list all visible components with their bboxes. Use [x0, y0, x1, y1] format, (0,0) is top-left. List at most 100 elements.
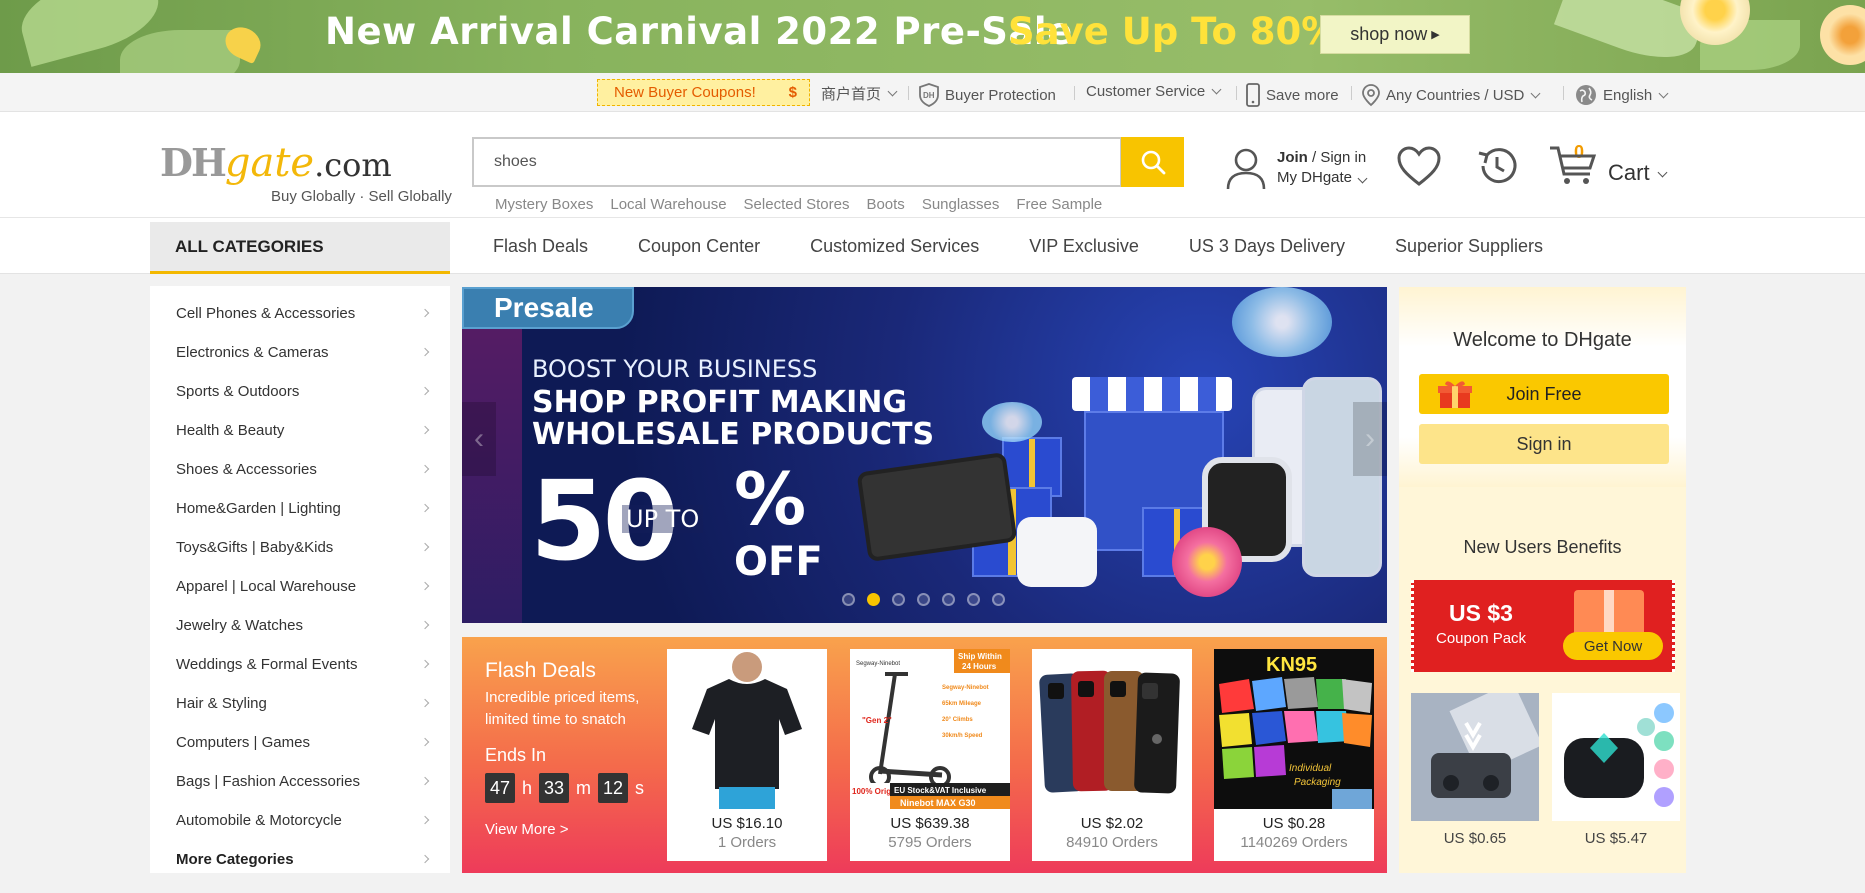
promo-banner[interactable]: New Arrival Carnival 2022 Pre-Sale Save … — [0, 0, 1865, 73]
hot-search-link[interactable]: Boots — [866, 196, 904, 213]
buyer-protection-link[interactable]: DH Buyer Protection — [918, 83, 1056, 107]
carousel-dot[interactable] — [842, 593, 855, 606]
carousel-prev-button[interactable]: ‹ — [462, 402, 496, 476]
dhgate-logo[interactable]: DHgate.com — [160, 140, 392, 186]
hot-search-link[interactable]: Selected Stores — [744, 196, 850, 213]
category-item[interactable]: Jewelry & Watches — [150, 606, 450, 645]
shield-icon: DH — [919, 83, 939, 107]
benefit-product-image[interactable] — [1411, 693, 1539, 821]
category-item[interactable]: Electronics & Cameras — [150, 333, 450, 372]
chevron-right-icon — [420, 620, 430, 630]
category-item[interactable]: Toys&Gifts | Baby&Kids — [150, 528, 450, 567]
sign-in-link[interactable]: / Sign in — [1308, 149, 1366, 166]
category-item[interactable]: Bags | Fashion Accessories — [150, 762, 450, 801]
merchant-home-link[interactable]: 商户首页 — [821, 83, 898, 104]
chevron-right-icon — [420, 425, 430, 435]
promo-save-text: Save Up To 80% — [1008, 10, 1339, 53]
join-free-button[interactable]: Join Free — [1419, 374, 1669, 414]
hot-search-link[interactable]: Sunglasses — [922, 196, 1000, 213]
chevron-right-icon — [420, 347, 430, 357]
region-currency-menu[interactable]: Any Countries / USD — [1361, 83, 1541, 107]
new-buyer-coupon-button[interactable]: New Buyer Coupons! $ — [597, 79, 810, 106]
get-now-button[interactable]: Get Now — [1563, 632, 1663, 660]
view-more-link[interactable]: View More > — [485, 821, 569, 838]
category-item[interactable]: Home&Garden | Lighting — [150, 489, 450, 528]
shop-now-label: shop now — [1350, 24, 1428, 44]
flash-deal-card[interactable]: Ship Within 24 Hours Segway-Ninebot "Gen… — [850, 649, 1010, 861]
hot-search-link[interactable]: Free Sample — [1016, 196, 1102, 213]
search-button[interactable] — [1121, 137, 1184, 187]
hot-search-link[interactable]: Local Warehouse — [610, 196, 726, 213]
chevron-down-icon — [887, 86, 898, 97]
category-label: Computers | Games — [176, 734, 310, 751]
storefront-awning-image — [1072, 377, 1232, 411]
category-item[interactable]: Sports & Outdoors — [150, 372, 450, 411]
carousel-dot[interactable] — [867, 593, 880, 606]
category-label: Toys&Gifts | Baby&Kids — [176, 539, 334, 556]
all-categories-tab[interactable]: ALL CATEGORIES — [150, 222, 450, 274]
sign-in-button[interactable]: Sign in — [1419, 424, 1669, 464]
phone-holder-image — [1411, 693, 1539, 821]
category-item[interactable]: Hair & Styling — [150, 684, 450, 723]
nav-link[interactable]: VIP Exclusive — [1029, 236, 1139, 257]
shop-now-button[interactable]: shop now ▶ — [1320, 15, 1470, 54]
nav-link[interactable]: Customized Services — [810, 236, 979, 257]
hours-unit: h — [522, 777, 533, 798]
benefit-product-image[interactable] — [1552, 693, 1680, 821]
category-item[interactable]: Health & Beauty — [150, 411, 450, 450]
customer-service-label: Customer Service — [1086, 83, 1206, 100]
category-item[interactable]: Weddings & Formal Events — [150, 645, 450, 684]
cart-button[interactable]: Cart — [1548, 144, 1668, 186]
carousel-dot[interactable] — [992, 593, 1005, 606]
logo-tagline: Buy Globally · Sell Globally — [271, 188, 452, 205]
category-item[interactable]: Automobile & Motorcycle — [150, 801, 450, 840]
history-button[interactable] — [1475, 145, 1519, 192]
save-more-link[interactable]: Save more — [1245, 83, 1339, 107]
category-item[interactable]: Apparel | Local Warehouse — [150, 567, 450, 606]
category-label: Automobile & Motorcycle — [176, 812, 342, 829]
more-categories-link[interactable]: More Categories — [150, 840, 450, 879]
product-orders: 5795 Orders — [888, 834, 972, 851]
carousel-dot[interactable] — [942, 593, 955, 606]
nav-link[interactable]: Flash Deals — [493, 236, 588, 257]
carousel-dot[interactable] — [917, 593, 930, 606]
category-item[interactable]: Cell Phones & Accessories — [150, 294, 450, 333]
product-image-masks: KN95 Individual Packaging — [1214, 649, 1374, 809]
spec-text: Segway-Ninebot — [942, 685, 989, 691]
carousel-next-button[interactable]: › — [1353, 402, 1387, 476]
product-image-phone-cases — [1032, 649, 1192, 809]
coupon-pack-card[interactable]: US $3 Coupon Pack Get Now — [1411, 580, 1675, 672]
nav-link[interactable]: Coupon Center — [638, 236, 760, 257]
kn95-masks-image: KN95 Individual Packaging — [1214, 649, 1374, 809]
hot-search-link[interactable]: Mystery Boxes — [495, 196, 593, 213]
hero-carousel[interactable]: Presale BOOST YOUR BUSINESS SHOP PROFIT … — [462, 287, 1387, 623]
coupon-pack-label: Coupon Pack — [1436, 630, 1527, 647]
flash-deal-card[interactable]: US $16.10 1 Orders — [667, 649, 827, 861]
flash-deals-title[interactable]: Flash Deals — [485, 659, 596, 683]
carousel-dot[interactable] — [967, 593, 980, 606]
nav-link[interactable]: Superior Suppliers — [1395, 236, 1543, 257]
hero-headline-line2: WHOLESALE PRODUCTS — [532, 417, 935, 452]
flash-deal-card[interactable]: KN95 Individual Packaging US $0.28 11402… — [1214, 649, 1374, 861]
nav-link[interactable]: US 3 Days Delivery — [1189, 236, 1345, 257]
flash-deal-card[interactable]: US $2.02 84910 Orders — [1032, 649, 1192, 861]
search-input[interactable] — [472, 137, 1122, 187]
category-label: Health & Beauty — [176, 422, 285, 439]
category-item[interactable]: Shoes & Accessories — [150, 450, 450, 489]
category-label: Apparel | Local Warehouse — [176, 578, 357, 595]
carousel-dot[interactable] — [892, 593, 905, 606]
countdown-minutes: 33 — [539, 773, 570, 803]
welcome-panel: Welcome to DHgate Join Free Sign in New … — [1399, 287, 1686, 873]
category-item[interactable]: Computers | Games — [150, 723, 450, 762]
category-label: Cell Phones & Accessories — [176, 305, 356, 322]
language-menu[interactable]: English — [1574, 83, 1669, 107]
account-menu[interactable]: Join / Sign in My DHgate — [1225, 146, 1368, 190]
customer-service-menu[interactable]: Customer Service — [1086, 83, 1222, 100]
mobile-phone-icon — [1246, 83, 1260, 107]
earbuds-image — [1552, 693, 1680, 821]
hero-subtitle: BOOST YOUR BUSINESS — [532, 355, 818, 383]
favorites-button[interactable] — [1396, 145, 1442, 192]
play-arrow-icon: ▶ — [1431, 29, 1440, 41]
category-label: Electronics & Cameras — [176, 344, 329, 361]
join-link[interactable]: Join — [1277, 149, 1308, 166]
